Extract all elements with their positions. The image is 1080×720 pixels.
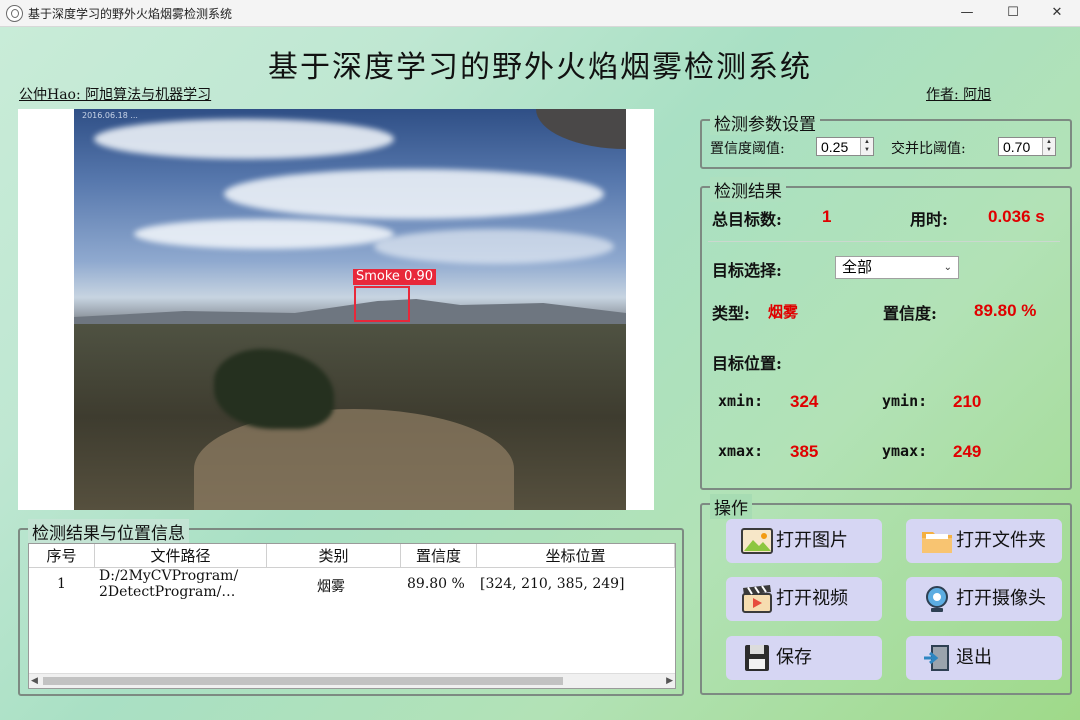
save-button[interactable]: 保存 [726,636,882,680]
scrollbar-thumb[interactable] [43,677,563,685]
ymin-label: ymin: [882,392,928,410]
cell-index: 1 [57,576,66,592]
open-folder-label: 打开文件夹 [956,530,1046,551]
detection-image: 2016.06.18 ... Smoke 0.90 [74,109,626,510]
column-header-confidence[interactable]: 置信度 [401,544,477,568]
target-select-value: 全部 [842,258,873,276]
window-titlebar: 基于深度学习的野外火焰烟雾检测系统 — ☐ ✕ [0,0,1080,27]
type-label: 类型: [712,304,750,323]
close-button[interactable]: ✕ [1034,0,1080,26]
open-camera-button[interactable]: 打开摄像头 [906,577,1062,621]
iou-threshold-label: 交并比阈值: [891,141,966,157]
conf-threshold-label: 置信度阈值: [710,141,785,157]
cell-category: 烟雾 [317,579,345,595]
column-header-category[interactable]: 类别 [267,544,401,568]
exit-door-icon [924,645,949,671]
webcam-icon [926,586,948,612]
iou-threshold-spinbox[interactable]: 0.70 ▲ ▼ [998,137,1056,156]
cell-confidence: 89.80 % [407,576,465,592]
confidence-label: 置信度: [883,304,937,323]
camera-housing-edge [536,109,626,149]
type-value: 烟雾 [768,303,799,321]
total-targets-value: 1 [822,207,832,226]
page-title: 基于深度学习的野外火焰烟雾检测系统 [268,50,812,85]
xmax-value: 385 [790,442,819,461]
open-folder-button[interactable]: 打开文件夹 [906,519,1062,563]
target-position-label: 目标位置: [712,354,782,373]
video-clapper-icon [742,585,772,613]
operations-group-title: 操作 [710,494,752,519]
xmin-value: 324 [790,392,819,411]
image-icon [741,528,773,554]
exit-label: 退出 [956,647,992,668]
results-group-title: 检测结果 [710,177,786,202]
detection-label: Smoke 0.90 [353,269,437,285]
ymin-value: 210 [953,392,982,411]
cell-path-line2: 2DetectProgram/… [99,584,236,600]
open-video-label: 打开视频 [776,588,848,609]
conf-threshold-value: 0.25 [821,139,849,155]
app-icon [6,5,23,22]
column-header-index[interactable]: 序号 [29,544,95,568]
confidence-value: 89.80 % [974,301,1037,320]
scroll-left-icon[interactable]: ◀ [31,674,38,688]
table-group-title: 检测结果与位置信息 [28,519,189,544]
cell-coords: [324, 210, 385, 249] [480,576,625,592]
elapsed-time-label: 用时: [910,210,948,229]
column-header-path[interactable]: 文件路径 [95,544,267,568]
floppy-disk-icon [745,645,769,671]
folder-icon [922,532,952,553]
params-group-title: 检测参数设置 [710,110,820,135]
iou-threshold-value: 0.70 [1003,139,1031,155]
ymax-value: 249 [953,442,982,461]
cell-path-line1: D:/2MyCVProgram/ [99,568,239,584]
target-select-dropdown[interactable]: 全部 ⌄ [835,256,959,279]
horizontal-scrollbar[interactable]: ◀ ▶ [29,673,675,688]
total-targets-label: 总目标数: [712,210,782,229]
target-select-label: 目标选择: [712,261,782,280]
timestamp-overlay: 2016.06.18 ... [82,111,138,120]
window-title: 基于深度学习的野外火焰烟雾检测系统 [28,7,233,21]
open-image-button[interactable]: 打开图片 [726,519,882,563]
scroll-right-icon[interactable]: ▶ [666,674,673,688]
open-image-label: 打开图片 [776,530,848,551]
minimize-button[interactable]: — [944,0,990,26]
xmin-label: xmin: [718,392,764,410]
table-header: 序号 文件路径 类别 置信度 坐标位置 [29,544,675,568]
elapsed-time-value: 0.036 s [988,207,1045,226]
detection-bounding-box [354,286,410,322]
spin-arrows-icon[interactable]: ▲ ▼ [1042,138,1055,155]
open-video-button[interactable]: 打开视频 [726,577,882,621]
save-label: 保存 [776,647,812,668]
image-display-panel: 2016.06.18 ... Smoke 0.90 [18,109,654,510]
ymax-label: ymax: [882,442,928,460]
author-link-left[interactable]: 公仲Hao: 阿旭算法与机器学习 [19,84,211,104]
mountain-range [74,299,626,329]
conf-threshold-spinbox[interactable]: 0.25 ▲ ▼ [816,137,874,156]
chevron-down-icon: ⌄ [943,262,952,273]
results-table[interactable]: 序号 文件路径 类别 置信度 坐标位置 1 D:/2MyCVProgram/ 2… [28,543,676,689]
column-header-coords[interactable]: 坐标位置 [477,544,675,568]
maximize-button[interactable]: ☐ [990,0,1036,26]
results-divider [708,241,1060,242]
open-camera-label: 打开摄像头 [956,588,1046,609]
spin-arrows-icon[interactable]: ▲ ▼ [860,138,873,155]
author-link-right[interactable]: 作者: 阿旭 [926,84,991,104]
xmax-label: xmax: [718,442,764,460]
exit-button[interactable]: 退出 [906,636,1062,680]
